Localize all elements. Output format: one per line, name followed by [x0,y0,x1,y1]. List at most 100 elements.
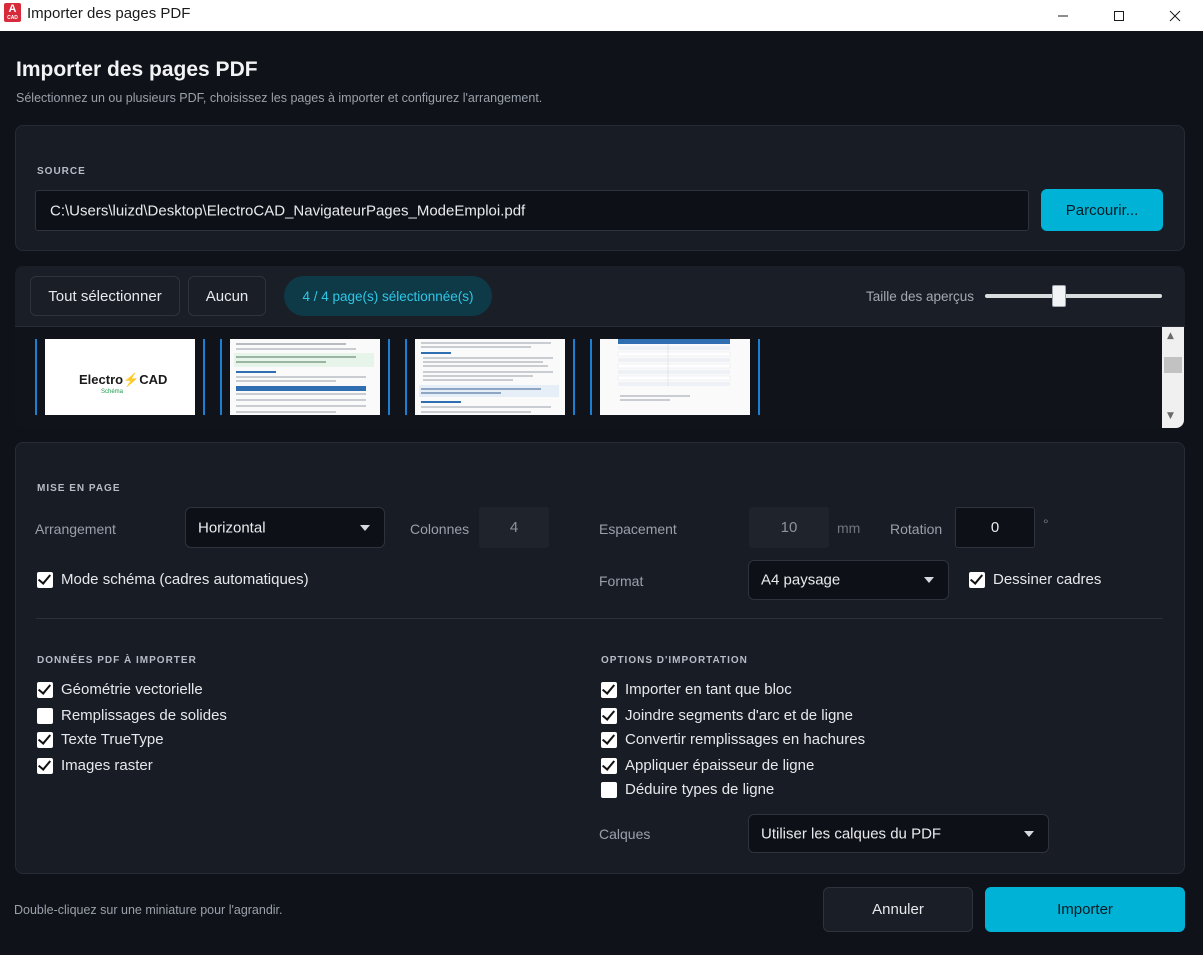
checkbox-checked-icon[interactable] [37,731,53,748]
rotation-label: Rotation [890,521,943,537]
app-icon-subtext: CAD [7,15,18,21]
format-select[interactable]: A4 paysage [748,560,949,600]
vector-geometry-checkbox[interactable]: Géométrie vectorielle [37,681,203,698]
section-divider [36,618,1163,619]
document-preview-icon [617,339,731,401]
maximize-icon [1114,10,1124,21]
bolt-icon: ⚡ [123,372,140,387]
infer-linetypes-checkbox[interactable]: Déduire types de ligne [601,781,774,798]
checkbox-checked-icon[interactable] [37,681,53,698]
schema-mode-label: Mode schéma (cadres automatiques) [61,571,309,588]
pdf-data-section-label: DONNÉES PDF À IMPORTER [37,655,197,666]
chevron-down-icon [360,524,370,531]
checkbox-label: Images raster [61,757,153,774]
page-title: Importer des pages PDF [16,58,258,81]
import-as-block-checkbox[interactable]: Importer en tant que bloc [601,681,792,698]
columns-input[interactable]: 4 [479,507,549,548]
app-icon-letter: A [8,3,17,15]
document-preview-icon [419,342,559,413]
scroll-down-icon[interactable]: ▼ [1167,411,1174,421]
scrollbar-thumb[interactable] [1164,357,1182,373]
layers-label: Calques [599,826,651,842]
import-button[interactable]: Importer [985,887,1185,932]
checkbox-label: Déduire types de ligne [625,781,775,798]
checkbox-label: Géométrie vectorielle [61,681,203,698]
cancel-button[interactable]: Annuler [823,887,973,932]
checkbox-label: Texte TrueType [61,731,164,748]
checkbox-label: Remplissages de solides [61,707,227,724]
source-path-value: C:\Users\luizd\Desktop\ElectroCAD_Naviga… [50,202,526,219]
logo-text-electro: Electro [79,372,124,387]
checkbox-label: Joindre segments d'arc et de ligne [625,707,853,724]
maximize-button[interactable] [1096,0,1142,31]
checkbox-checked-icon[interactable] [601,757,617,774]
arrangement-label: Arrangement [35,521,116,537]
layers-select[interactable]: Utiliser les calques du PDF [748,814,1049,853]
thumbnail-page-preview [600,339,750,415]
page-thumbnail[interactable] [590,339,760,415]
rotation-unit: ° [1043,516,1049,532]
checkbox-label: Importer en tant que bloc [625,681,792,698]
page-thumbnail[interactable] [220,339,390,415]
browse-button[interactable]: Parcourir... [1041,189,1163,231]
checkbox-label: Appliquer épaisseur de ligne [625,757,815,774]
layers-value: Utiliser les calques du PDF [761,825,942,842]
checkbox-label: Convertir remplissages en hachures [625,731,866,748]
import-options-section-label: OPTIONS D'IMPORTATION [601,655,748,666]
source-section-label: SOURCE [37,166,86,177]
apply-lineweight-checkbox[interactable]: Appliquer épaisseur de ligne [601,757,814,774]
thumb-size-slider-handle[interactable] [1052,285,1067,307]
document-preview-icon [234,343,374,413]
close-button[interactable] [1152,0,1198,31]
checkbox-checked-icon[interactable] [601,681,617,698]
spacing-label: Espacement [599,521,677,537]
checkbox-icon[interactable] [37,707,53,724]
source-path-input[interactable]: C:\Users\luizd\Desktop\ElectroCAD_Naviga… [35,190,1029,231]
rotation-input[interactable]: 0 [955,507,1035,548]
spacing-input[interactable]: 10 [749,507,829,548]
page-subtitle: Sélectionnez un ou plusieurs PDF, choisi… [16,91,543,105]
arrangement-value: Horizontal [198,519,266,536]
close-icon [1169,10,1181,21]
checkbox-checked-icon[interactable] [601,707,617,724]
select-all-button[interactable]: Tout sélectionner [30,276,180,316]
truetype-text-checkbox[interactable]: Texte TrueType [37,731,164,748]
thumbnail-scrollbar[interactable]: ▲ ▼ [1162,327,1184,428]
scroll-up-icon[interactable]: ▲ [1167,331,1174,341]
draw-frames-label: Dessiner cadres [993,571,1102,588]
logo-subtitle: Schéma [101,389,124,395]
thumb-size-slider[interactable] [985,294,1162,298]
select-none-button[interactable]: Aucun [188,276,266,316]
thumbnail-page-preview [230,339,380,415]
chevron-down-icon [924,577,934,583]
source-panel [15,125,1185,251]
columns-label: Colonnes [410,521,470,537]
footer-hint: Double-cliquez sur une miniature pour l'… [14,903,283,917]
thumbnail-page-preview [415,339,565,415]
window-title: Importer des pages PDF [27,5,191,22]
thumbnail-strip: Electro⚡CAD Schéma [15,327,1185,428]
draw-frames-checkbox[interactable]: Dessiner cadres [969,571,1101,588]
solid-fills-checkbox[interactable]: Remplissages de solides [37,707,227,724]
thumb-size-label: Taille des aperçus [866,289,975,304]
spacing-unit: mm [837,520,861,536]
chevron-down-icon [1024,830,1034,837]
checkbox-checked-icon[interactable] [969,571,985,588]
selection-count-badge: 4 / 4 page(s) sélectionnée(s) [284,276,492,316]
page-thumbnail[interactable]: Electro⚡CAD Schéma [35,339,205,415]
checkbox-checked-icon[interactable] [37,757,53,774]
thumbnail-page-preview: Electro⚡CAD Schéma [45,339,195,415]
checkbox-checked-icon[interactable] [37,571,53,588]
minimize-button[interactable] [1040,0,1086,31]
checkbox-checked-icon[interactable] [601,731,617,748]
schema-mode-checkbox[interactable]: Mode schéma (cadres automatiques) [37,571,309,588]
app-icon: A CAD [4,3,21,22]
convert-fills-checkbox[interactable]: Convertir remplissages en hachures [601,731,865,748]
page-thumbnail[interactable] [405,339,575,415]
raster-images-checkbox[interactable]: Images raster [37,757,153,774]
checkbox-icon[interactable] [601,781,617,798]
format-value: A4 paysage [761,571,841,589]
arrangement-select[interactable]: Horizontal [185,507,385,548]
join-segments-checkbox[interactable]: Joindre segments d'arc et de ligne [601,707,853,724]
layout-section-label: MISE EN PAGE [37,483,121,494]
